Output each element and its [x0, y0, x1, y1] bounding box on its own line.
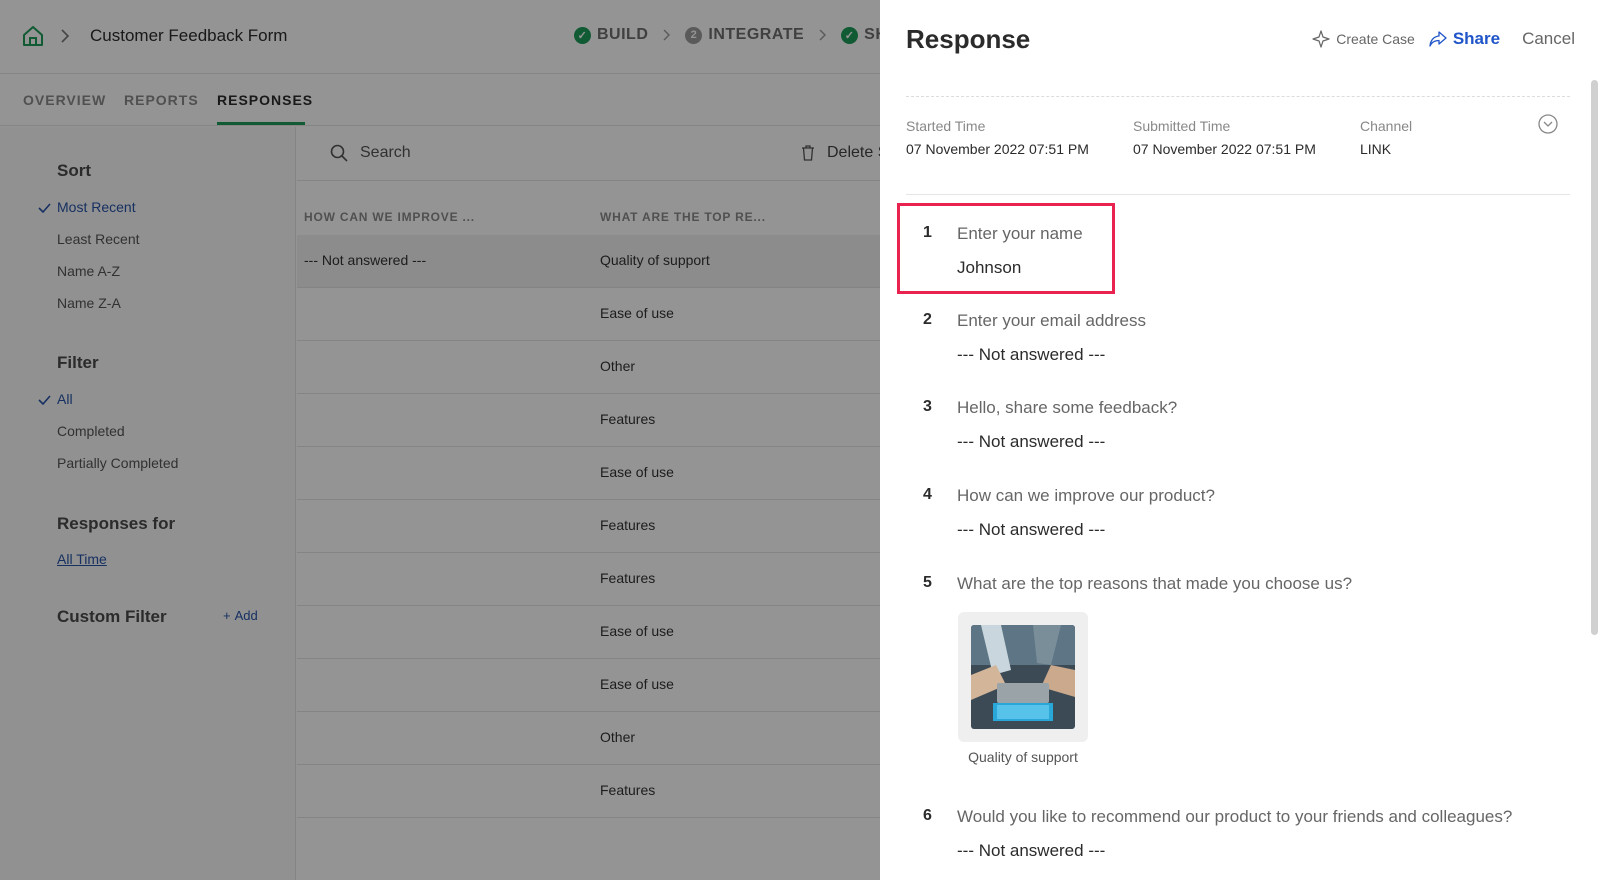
- divider: [906, 194, 1570, 195]
- modal-backdrop[interactable]: [0, 0, 880, 880]
- meta-started-time: Started Time 07 November 2022 07:51 PM: [906, 118, 1089, 157]
- meta-label: Channel: [1360, 118, 1413, 134]
- meta-value: 07 November 2022 07:51 PM: [906, 141, 1089, 157]
- question-number: 2: [923, 311, 932, 328]
- meta-channel: Channel LINK: [1360, 118, 1412, 157]
- laptop-photo: [971, 625, 1075, 729]
- image-caption: Quality of support: [968, 749, 1078, 765]
- meta-label: Started Time: [906, 118, 986, 134]
- response-drawer: Response Create Case Share Cancel Starte…: [880, 0, 1600, 880]
- question-text: Would you like to recommend our product …: [957, 807, 1513, 826]
- scrollbar[interactable]: [1591, 80, 1598, 635]
- drawer-actions: Create Case Share Cancel: [1298, 29, 1575, 49]
- meta-value: 07 November 2022 07:51 PM: [1133, 141, 1316, 157]
- question-text: How can we improve our product?: [957, 486, 1215, 505]
- question-number: 5: [923, 574, 932, 591]
- meta-submitted-time: Submitted Time 07 November 2022 07:51 PM: [1133, 118, 1316, 157]
- question-text: Enter your email address: [957, 311, 1146, 330]
- question-answer: --- Not answered ---: [957, 520, 1106, 539]
- meta-value: LINK: [1360, 141, 1392, 157]
- create-case-label: Create Case: [1336, 31, 1415, 47]
- question-number: 3: [923, 398, 932, 415]
- chevron-down-circle-icon[interactable]: [1538, 114, 1558, 134]
- question-text: What are the top reasons that made you c…: [957, 574, 1353, 593]
- highlight-box: [897, 203, 1115, 294]
- create-case-button[interactable]: Create Case: [1312, 30, 1415, 48]
- question-number: 6: [923, 807, 932, 824]
- question-answer: --- Not answered ---: [957, 345, 1106, 364]
- meta-label: Submitted Time: [1133, 118, 1231, 134]
- cancel-button[interactable]: Cancel: [1522, 29, 1575, 49]
- question-answer: --- Not answered ---: [957, 841, 1106, 860]
- question-number: 4: [923, 486, 932, 503]
- image-answer-card[interactable]: [958, 612, 1088, 742]
- question-answer: --- Not answered ---: [957, 432, 1106, 451]
- share-button[interactable]: Share: [1429, 29, 1500, 49]
- drawer-title: Response: [906, 24, 1031, 54]
- sparkle-icon: [1312, 30, 1330, 48]
- share-label: Share: [1452, 29, 1501, 48]
- question-text: Hello, share some feedback?: [957, 398, 1178, 417]
- share-icon: [1429, 31, 1447, 47]
- divider: [906, 96, 1570, 97]
